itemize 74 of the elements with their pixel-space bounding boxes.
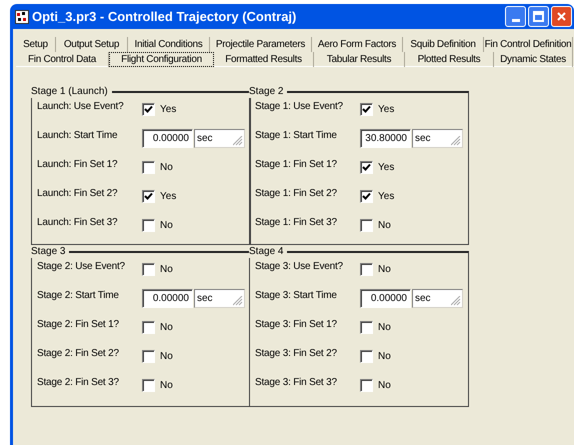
minimize-button[interactable]	[505, 6, 526, 27]
time-input[interactable]: 0.00000	[142, 288, 193, 308]
check-icon	[144, 104, 153, 114]
close-icon	[557, 12, 566, 21]
field-label: Launch: Fin Set 1?	[37, 158, 118, 172]
check-icon	[362, 104, 371, 114]
checkbox[interactable]: No	[360, 320, 391, 334]
checkbox[interactable]: No	[142, 160, 173, 174]
check-icon	[362, 162, 371, 172]
field-label: Stage 3: Start Time	[255, 288, 338, 302]
checkbox[interactable]: No	[142, 218, 173, 232]
field-label: Launch: Fin Set 2?	[37, 186, 118, 200]
checkbox[interactable]: No	[360, 348, 391, 364]
resize-grip-icon	[451, 296, 461, 306]
app-icon	[15, 10, 29, 24]
checkbox[interactable]: Yes	[142, 102, 176, 116]
maximize-button[interactable]	[528, 6, 549, 27]
checkbox[interactable]: Yes	[360, 160, 394, 174]
tab[interactable]: Dynamic States	[494, 52, 573, 67]
field-label: Stage 1: Fin Set 1?	[255, 158, 338, 172]
time-input[interactable]: 0.00000	[142, 128, 193, 148]
checkbox[interactable]: Yes	[360, 188, 394, 204]
check-icon	[144, 192, 153, 200]
resize-grip-icon	[233, 296, 243, 306]
checkbox[interactable]: No	[360, 378, 391, 392]
checkbox[interactable]: No	[142, 320, 173, 334]
maximize-icon	[533, 11, 544, 22]
tab[interactable]: Aero Form Factors	[312, 37, 403, 52]
checkbox[interactable]: No	[142, 262, 173, 276]
check-icon	[362, 192, 371, 200]
field-label: Stage 1: Use Event?	[255, 100, 344, 114]
tab[interactable]: Setup	[16, 37, 56, 52]
field-label: Stage 2: Fin Set 3?	[37, 376, 120, 390]
window-title: Opti_3.pr3 - Controlled Trajectory (Contraj)	[32, 8, 296, 26]
unit-dropdown[interactable]: sec	[412, 288, 463, 308]
group-title: Stage 3	[31, 245, 70, 258]
field-label: Stage 3: Fin Set 3?	[255, 376, 338, 390]
tab[interactable]: Fin Control Definition	[484, 37, 573, 52]
tab[interactable]: Tabular Results	[314, 52, 405, 67]
unit-dropdown[interactable]: sec	[194, 288, 245, 308]
group-title: Stage 2	[249, 85, 288, 98]
checkbox[interactable]: No	[360, 218, 391, 232]
checkbox[interactable]: No	[142, 348, 173, 364]
group-title: Stage 1 (Launch)	[31, 85, 112, 98]
tab[interactable]: Formatted Results	[214, 52, 314, 67]
time-input[interactable]: 0.00000	[360, 288, 411, 308]
tab[interactable]: Plotted Results	[405, 52, 494, 67]
checkbox[interactable]: No	[142, 378, 173, 392]
field-label: Stage 2: Fin Set 1?	[37, 318, 120, 332]
field-label: Stage 2: Fin Set 2?	[37, 346, 120, 360]
checkbox[interactable]: Yes	[360, 102, 394, 116]
checkbox[interactable]: Yes	[142, 188, 176, 204]
minimize-icon	[512, 19, 520, 22]
field-label: Stage 2: Start Time	[37, 288, 120, 302]
unit-dropdown[interactable]: sec	[194, 128, 245, 148]
field-label: Stage 1: Fin Set 3?	[255, 216, 338, 230]
resize-grip-icon	[451, 136, 461, 146]
field-label: Stage 2: Use Event?	[37, 260, 126, 274]
field-label: Launch: Use Event?	[37, 100, 124, 114]
field-label: Launch: Start Time	[37, 128, 118, 142]
group-title: Stage 4	[249, 245, 288, 258]
field-label: Stage 3: Use Event?	[255, 260, 344, 274]
field-label: Stage 1: Fin Set 2?	[255, 186, 338, 200]
tab[interactable]: Flight Configuration	[109, 52, 214, 67]
field-label: Launch: Fin Set 3?	[37, 216, 118, 230]
close-button[interactable]	[551, 6, 572, 27]
tab[interactable]: Squib Definition	[403, 37, 484, 52]
time-input[interactable]: 30.80000	[360, 128, 411, 148]
field-label: Stage 3: Fin Set 1?	[255, 318, 338, 332]
field-label: Stage 3: Fin Set 2?	[255, 346, 338, 360]
checkbox[interactable]: No	[360, 262, 391, 276]
unit-dropdown[interactable]: sec	[412, 128, 463, 148]
field-label: Stage 1: Start Time	[255, 128, 338, 142]
resize-grip-icon	[233, 136, 243, 146]
